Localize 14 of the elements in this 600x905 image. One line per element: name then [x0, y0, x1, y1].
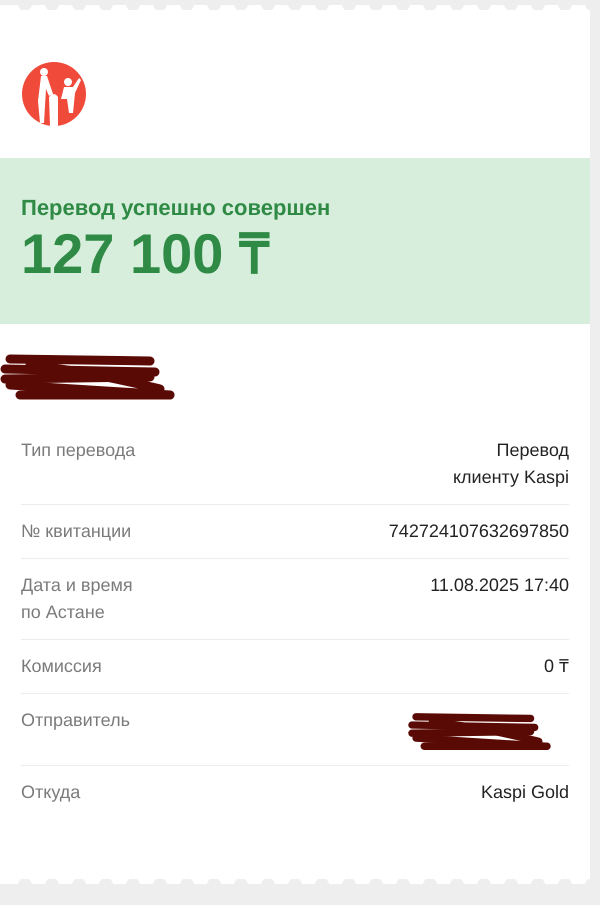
detail-value: 11.08.2025 17:40: [430, 574, 569, 597]
logo-icon: [21, 61, 87, 127]
detail-label: Дата и время по Астане: [21, 574, 133, 624]
amount: 127 100 ₸: [21, 226, 271, 282]
status-title: Перевод успешно совершен: [21, 194, 332, 222]
detail-value: 742724107632697850: [388, 520, 569, 543]
detail-label: Комиссия: [21, 655, 102, 678]
detail-value: Kaspi Gold: [480, 781, 569, 804]
detail-value: Перевод клиенту Kaspi: [452, 439, 569, 489]
detail-value: 0 ₸: [544, 655, 569, 678]
detail-label: № квитанции: [21, 520, 132, 543]
detail-label: Отправитель: [21, 709, 130, 732]
detail-label: Откуда: [21, 781, 80, 804]
detail-label: Тип перевода: [21, 439, 136, 462]
